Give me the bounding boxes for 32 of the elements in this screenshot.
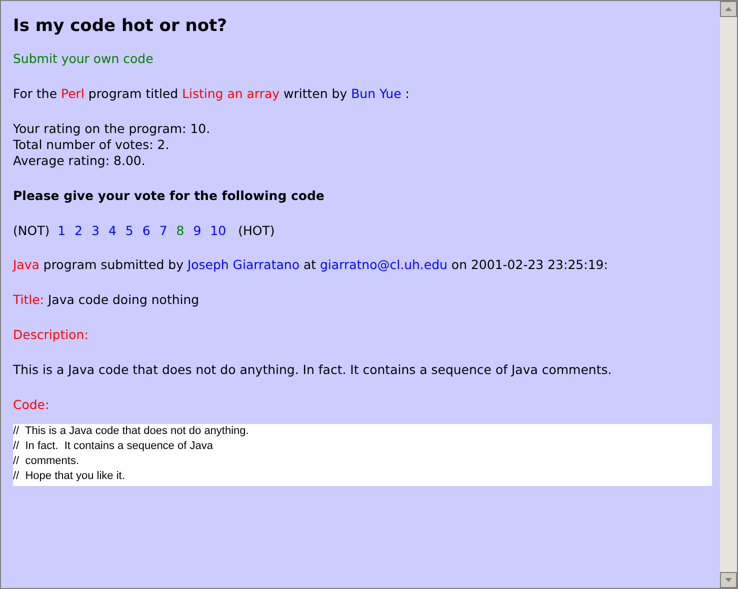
not-label: (NOT): [13, 223, 50, 239]
submission-info-text: Java program submitted by Joseph Giarratano at giarratno@cl.uh.edu on 2001-02-23 23:25:19:: [13, 257, 609, 273]
vote-link[interactable]: 3: [92, 223, 100, 239]
vote-link[interactable]: 8: [176, 223, 184, 239]
scroll-down-icon[interactable]: [720, 572, 737, 588]
program-info-text: For the Perl program titled Listing an array written by Bun Yue :: [13, 86, 410, 102]
vote-prompt: Please give your vote for the following code: [13, 188, 324, 204]
code-label: Code:: [13, 397, 50, 413]
vote-link[interactable]: 6: [142, 223, 150, 239]
scroll-up-icon[interactable]: [720, 1, 737, 17]
submit-code-link[interactable]: Submit your own code: [13, 51, 154, 67]
hot-label: (HOT): [238, 223, 275, 239]
rating-stat: Total number of votes: 2.: [13, 137, 170, 153]
rating-stat: Your rating on the program: 10.: [13, 121, 210, 137]
page-title: Is my code hot or not?: [13, 15, 228, 37]
code-block: // This is a Java code that does not do anything. // In fact. It contains a sequence of Java // comments. // Hope that you like it.: [13, 424, 712, 486]
vote-link[interactable]: 9: [193, 223, 202, 239]
vote-link[interactable]: 1: [58, 223, 66, 239]
vote-link[interactable]: 5: [125, 223, 134, 239]
author-link[interactable]: giarratno@cl.uh.edu: [320, 257, 448, 272]
scrollbar[interactable]: [720, 1, 737, 588]
rating-stat: Average rating: 8.00.: [13, 153, 146, 169]
description-label: Description:: [13, 327, 88, 343]
code-title: Java code doing nothing: [48, 292, 200, 308]
vote-link[interactable]: 10: [210, 223, 226, 239]
title-label: Title:: [13, 292, 44, 308]
vote-link[interactable]: 2: [74, 223, 82, 239]
author-link[interactable]: Bun Yue: [351, 86, 402, 101]
description-text: This is a Java code that does not do anything. In fact. It contains a sequence of Java comments.: [13, 362, 613, 378]
vote-link[interactable]: 7: [159, 223, 168, 239]
author-link[interactable]: Joseph Giarratano: [187, 257, 300, 272]
vote-link[interactable]: 4: [108, 223, 116, 239]
